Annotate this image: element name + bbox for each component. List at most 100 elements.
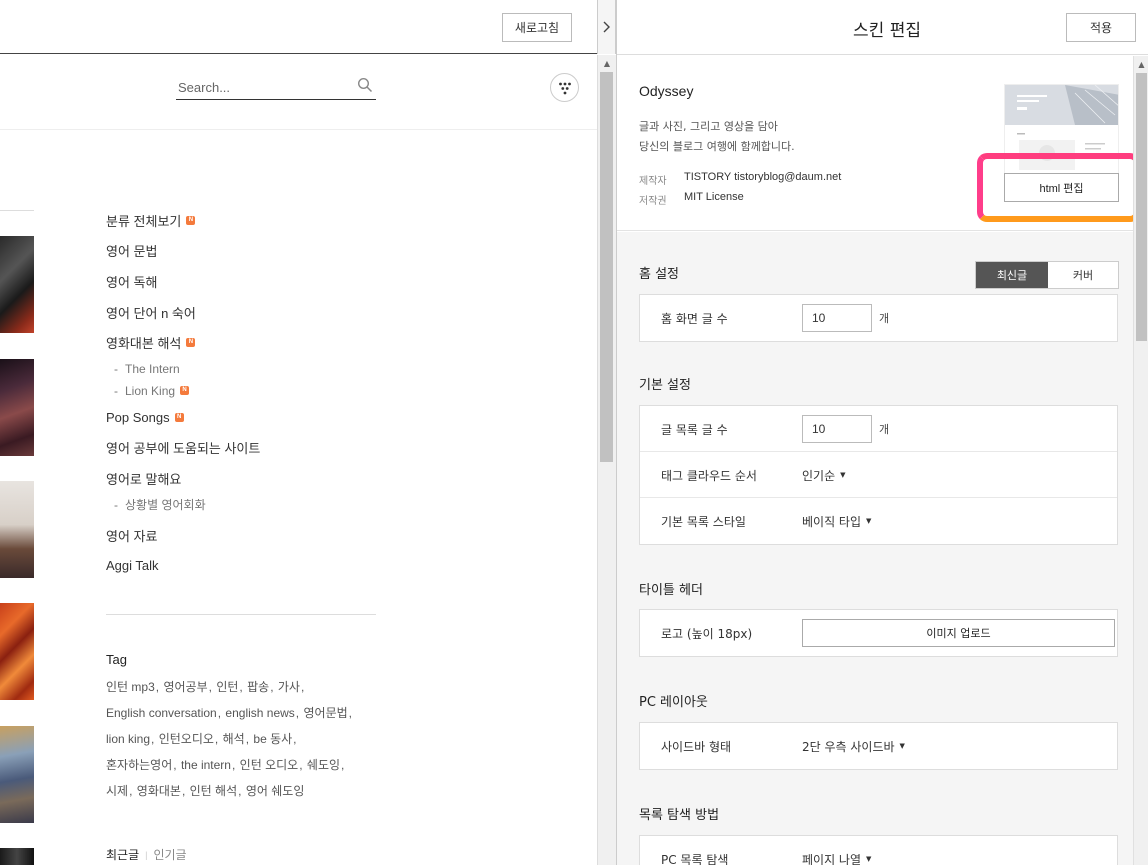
- subcategory-item[interactable]: - The Intern: [106, 358, 386, 380]
- home-post-count-row: 홈 화면 글 수 개: [640, 295, 1117, 341]
- category-item[interactable]: 영어 자료: [106, 520, 386, 551]
- tag-link[interactable]: 영어 쉐도잉: [246, 784, 306, 798]
- tab-popular-posts[interactable]: 인기글: [153, 846, 186, 863]
- section-divider: [106, 614, 376, 615]
- list-style-row: 기본 목록 스타일 베이직 타입 ▼: [640, 498, 1117, 544]
- scrollbar-thumb[interactable]: [1136, 73, 1147, 341]
- search-input[interactable]: [178, 77, 348, 97]
- list-count-row: 글 목록 글 수 개: [640, 406, 1117, 452]
- scroll-up-arrow-icon[interactable]: ▲: [1134, 56, 1148, 72]
- tag-link[interactable]: 팝송,: [247, 680, 273, 694]
- unit-label: 개: [879, 423, 890, 436]
- search-box: [176, 75, 376, 100]
- home-mode-toggle: 최신글 커버: [975, 261, 1119, 289]
- tag-link[interactable]: the intern,: [181, 758, 235, 772]
- category-list: 분류 전체보기 N 영어 문법 영어 독해 영어 단어 n 숙어 영화대본 해석 N…: [106, 205, 386, 581]
- list-style-label: 기본 목록 스타일: [661, 514, 746, 529]
- tab-recent-posts-mode[interactable]: 최신글: [976, 262, 1048, 288]
- post-thumbnail[interactable]: [0, 603, 34, 700]
- home-post-count-input[interactable]: [802, 304, 872, 332]
- tag-link[interactable]: 해석,: [223, 732, 249, 746]
- post-thumbnail[interactable]: [0, 236, 34, 333]
- caret-down-icon: ▼: [866, 855, 872, 863]
- category-item[interactable]: 영화대본 해석 N: [106, 327, 386, 358]
- caret-down-icon: ▼: [866, 517, 872, 525]
- blog-menu-button[interactable]: [550, 73, 579, 102]
- refresh-button[interactable]: 새로고침: [502, 13, 572, 42]
- sidebar-type-row: 사이드바 형태 2단 우측 사이드바 ▼: [640, 723, 1117, 769]
- tag-link[interactable]: 혼자하는영어,: [106, 758, 177, 772]
- image-upload-button[interactable]: 이미지 업로드: [802, 619, 1115, 647]
- collapse-panel-button[interactable]: [597, 0, 616, 54]
- subcategory-item[interactable]: - 상황별 영어회화: [106, 494, 386, 516]
- skin-settings: 홈 설정 최신글 커버 홈 화면 글 수 개 기본 설정 글 목록 글 수 개 …: [617, 232, 1133, 865]
- tag-link[interactable]: 인턴오디오,: [159, 732, 219, 746]
- tag-link[interactable]: English conversation,: [106, 706, 221, 720]
- unit-label: 개: [879, 312, 890, 325]
- tag-link[interactable]: 인턴 오디오,: [240, 758, 303, 772]
- tag-link[interactable]: lion king,: [106, 732, 154, 746]
- caret-down-icon: ▼: [840, 471, 846, 479]
- caret-down-icon: ▼: [899, 742, 905, 750]
- title-header-box: 로고 (높이 18px) 이미지 업로드: [639, 609, 1118, 657]
- blog-preview-pane: 새로고침 Search... 분류 전체보기 N 영어 문법 영어 독해 영어 …: [0, 0, 616, 865]
- html-edit-button[interactable]: html 편집: [1004, 173, 1119, 202]
- tag-link[interactable]: 쉐도잉,: [307, 758, 344, 772]
- search-icon[interactable]: [357, 77, 373, 93]
- list-style-select[interactable]: 베이직 타입 ▼: [802, 498, 871, 544]
- pc-list-nav-select[interactable]: 페이지 나열 ▼: [802, 836, 871, 865]
- tag-link[interactable]: 가사,: [278, 680, 304, 694]
- tab-separator: |: [145, 849, 148, 860]
- list-count-label: 글 목록 글 수: [661, 422, 728, 437]
- post-thumbnail[interactable]: [0, 848, 34, 865]
- post-thumbnail[interactable]: [0, 359, 34, 456]
- tab-cover-mode[interactable]: 커버: [1048, 262, 1118, 288]
- tag-link[interactable]: 영화대본,: [137, 784, 186, 798]
- scrollbar-thumb[interactable]: [600, 72, 613, 462]
- post-thumbnail[interactable]: [0, 726, 34, 823]
- list-count-input[interactable]: [802, 415, 872, 443]
- tag-link[interactable]: 영어문법,: [303, 706, 352, 720]
- tab-recent-posts[interactable]: 최근글: [106, 846, 139, 863]
- pc-layout-box: 사이드바 형태 2단 우측 사이드바 ▼: [639, 722, 1118, 770]
- category-item[interactable]: 영어 공부에 도움되는 사이트: [106, 433, 386, 464]
- list-nav-title: 목록 탐색 방법: [639, 808, 720, 823]
- scroll-up-arrow-icon[interactable]: ▲: [598, 55, 616, 71]
- post-thumbnail[interactable]: [0, 481, 34, 578]
- logo-row: 로고 (높이 18px) 이미지 업로드: [640, 610, 1117, 656]
- category-item[interactable]: 분류 전체보기 N: [106, 205, 386, 236]
- tag-link[interactable]: 인턴,: [216, 680, 242, 694]
- preview-scrollbar[interactable]: ▲: [597, 55, 616, 865]
- skin-editor-pane: 스킨 편집 적용 Odyssey 글과 사진, 그리고 영상을 담아 당신의 블…: [616, 0, 1148, 865]
- tag-link[interactable]: english news,: [225, 706, 299, 720]
- skin-info-card: Odyssey 글과 사진, 그리고 영상을 담아 당신의 블로그 여행에 함께…: [617, 56, 1140, 231]
- tag-link[interactable]: 영어공부,: [163, 680, 212, 694]
- category-item[interactable]: 영어 단어 n 숙어: [106, 297, 386, 328]
- tag-order-select[interactable]: 인기순 ▼: [802, 452, 846, 498]
- list-nav-box: PC 목록 탐색 페이지 나열 ▼: [639, 835, 1118, 865]
- basic-settings-box: 글 목록 글 수 개 태그 클라우드 순서 인기순▼ 기본 목록 스타일 베이직…: [639, 405, 1118, 545]
- pc-list-nav-row: PC 목록 탐색 페이지 나열 ▼: [640, 836, 1117, 865]
- apply-button[interactable]: 적용: [1066, 13, 1136, 42]
- skin-description: 당신의 블로그 여행에 함께합니다.: [639, 140, 795, 153]
- tag-order-row: 태그 클라우드 순서 인기순 ▼: [640, 452, 1117, 498]
- category-item[interactable]: 영어 문법: [106, 236, 386, 267]
- new-badge: N: [174, 412, 184, 422]
- pc-list-nav-label: PC 목록 탐색: [661, 852, 729, 865]
- subcategory-item[interactable]: - Lion King N: [106, 380, 386, 402]
- category-item[interactable]: 영어로 말해요: [106, 463, 386, 494]
- category-item[interactable]: 영어 독해: [106, 266, 386, 297]
- sidebar-type-select[interactable]: 2단 우측 사이드바 ▼: [802, 723, 905, 769]
- category-item[interactable]: Pop Songs N: [106, 402, 386, 433]
- list-divider: [0, 210, 34, 211]
- recent-popular-tabs: 최근글 | 인기글: [106, 846, 187, 863]
- tag-link[interactable]: 인턴 mp3,: [106, 680, 159, 694]
- new-badge: N: [186, 338, 196, 348]
- new-badge: N: [180, 386, 190, 396]
- tag-link[interactable]: be 동사,: [253, 732, 296, 746]
- tag-link[interactable]: 시제,: [106, 784, 132, 798]
- settings-scrollbar[interactable]: ▲: [1133, 56, 1148, 865]
- license-label: 저작권: [639, 196, 667, 207]
- tag-link[interactable]: 인턴 해석,: [190, 784, 242, 798]
- category-item[interactable]: Aggi Talk: [106, 550, 386, 581]
